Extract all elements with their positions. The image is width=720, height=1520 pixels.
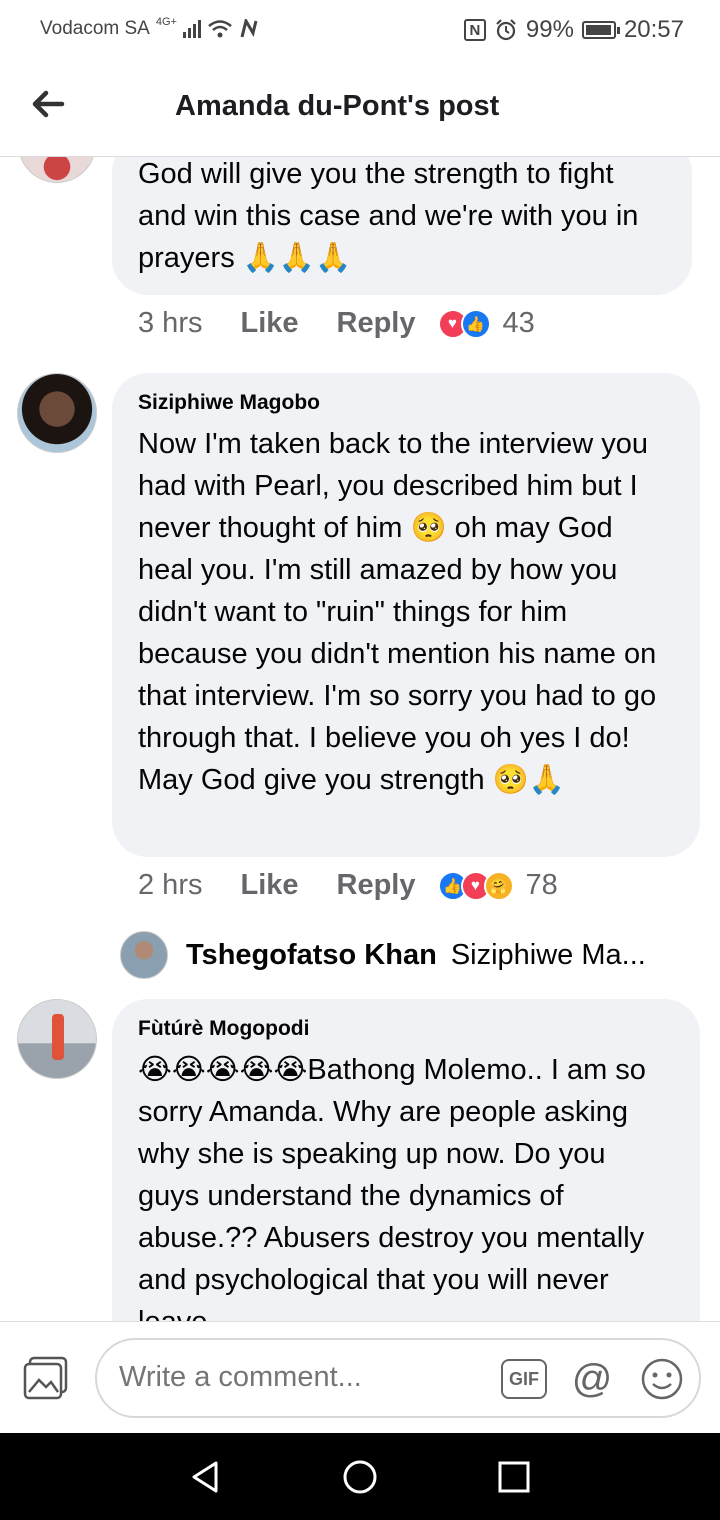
- comment-time: 2 hrs: [138, 869, 203, 901]
- reply-snippet: Siziphiwe Ma...: [450, 938, 646, 971]
- carrier-label: Vodacom SA: [40, 18, 150, 39]
- battery-percent: 99%: [525, 16, 574, 43]
- status-bar: Vodacom SA 4G+ N 99% 20:57: [0, 0, 720, 62]
- reply-preview[interactable]: Tshegofatso Khan Siziphiwe Ma...: [120, 931, 646, 979]
- signal-icon: [182, 20, 201, 38]
- page-title: Amanda du-Pont's post: [175, 90, 500, 122]
- reply-button[interactable]: Reply: [337, 869, 416, 902]
- comment-text: God will give you the strength to fight …: [138, 158, 639, 274]
- comment-bubble[interactable]: Fùtúrè Mogopodi 😭😭😭😭😭Bathong Molemo.. I …: [112, 999, 700, 1321]
- post-header: Amanda du-Pont's post: [0, 62, 720, 157]
- like-button[interactable]: Like: [240, 307, 298, 340]
- battery-icon: [581, 21, 620, 39]
- alarm-icon: [496, 19, 516, 41]
- system-nav-bar: [0, 1433, 720, 1520]
- reaction-count: 43: [502, 307, 535, 339]
- avatar[interactable]: [17, 999, 97, 1079]
- mention-button[interactable]: @: [569, 1356, 615, 1402]
- nav-recents-icon[interactable]: [494, 1457, 534, 1497]
- comment-meta: 2 hrs Like Reply 👍 ♥ 🤗 78: [138, 869, 558, 902]
- comment-text: Now I'm taken back to the interview you …: [138, 428, 657, 796]
- comment-meta: 3 hrs Like Reply ♥ 👍 43: [138, 307, 535, 340]
- reaction-count: 78: [525, 869, 558, 901]
- comment-author[interactable]: Siziphiwe Magobo: [138, 391, 674, 415]
- n-app-icon: [240, 19, 258, 38]
- reactions[interactable]: 👍 ♥ 🤗: [437, 870, 514, 901]
- comment-time: 3 hrs: [138, 307, 203, 339]
- comment-author[interactable]: Fùtúrè Mogopodi: [138, 1017, 674, 1041]
- comment-bubble[interactable]: God will give you the strength to fight …: [112, 157, 692, 295]
- back-arrow-icon[interactable]: [28, 84, 68, 124]
- nfc-icon: N: [463, 19, 486, 41]
- clock: 20:57: [623, 16, 684, 43]
- reactions[interactable]: ♥ 👍: [437, 308, 491, 339]
- photo-icon[interactable]: [22, 1356, 70, 1402]
- status-left: Vodacom SA 4G+: [40, 16, 261, 40]
- avatar: [120, 931, 168, 979]
- network-type-label: 4G+: [155, 16, 177, 28]
- avatar[interactable]: [18, 157, 96, 183]
- reply-author: Tshegofatso Khan: [186, 938, 437, 971]
- comment-placeholder: Write a comment...: [119, 1361, 362, 1393]
- comment-input[interactable]: Write a comment... GIF @: [95, 1338, 701, 1418]
- status-right: N 99% 20:57: [463, 16, 684, 44]
- like-button[interactable]: Like: [240, 869, 298, 902]
- care-icon: 🤗: [483, 870, 514, 901]
- gif-button[interactable]: GIF: [501, 1359, 547, 1399]
- comment-bubble[interactable]: Siziphiwe Magobo Now I'm taken back to t…: [112, 373, 700, 857]
- nav-back-icon[interactable]: [186, 1457, 226, 1497]
- wifi-icon: [208, 20, 232, 38]
- comments-feed[interactable]: God will give you the strength to fight …: [0, 157, 720, 1321]
- emoji-icon[interactable]: [639, 1356, 685, 1402]
- nav-home-icon[interactable]: [340, 1457, 380, 1497]
- reply-button[interactable]: Reply: [337, 307, 416, 340]
- like-icon: 👍: [460, 308, 491, 339]
- avatar[interactable]: [17, 373, 97, 453]
- comment-text: 😭😭😭😭😭Bathong Molemo.. I am so sorry Aman…: [138, 1054, 646, 1321]
- comment-composer: Write a comment... GIF @: [0, 1321, 720, 1433]
